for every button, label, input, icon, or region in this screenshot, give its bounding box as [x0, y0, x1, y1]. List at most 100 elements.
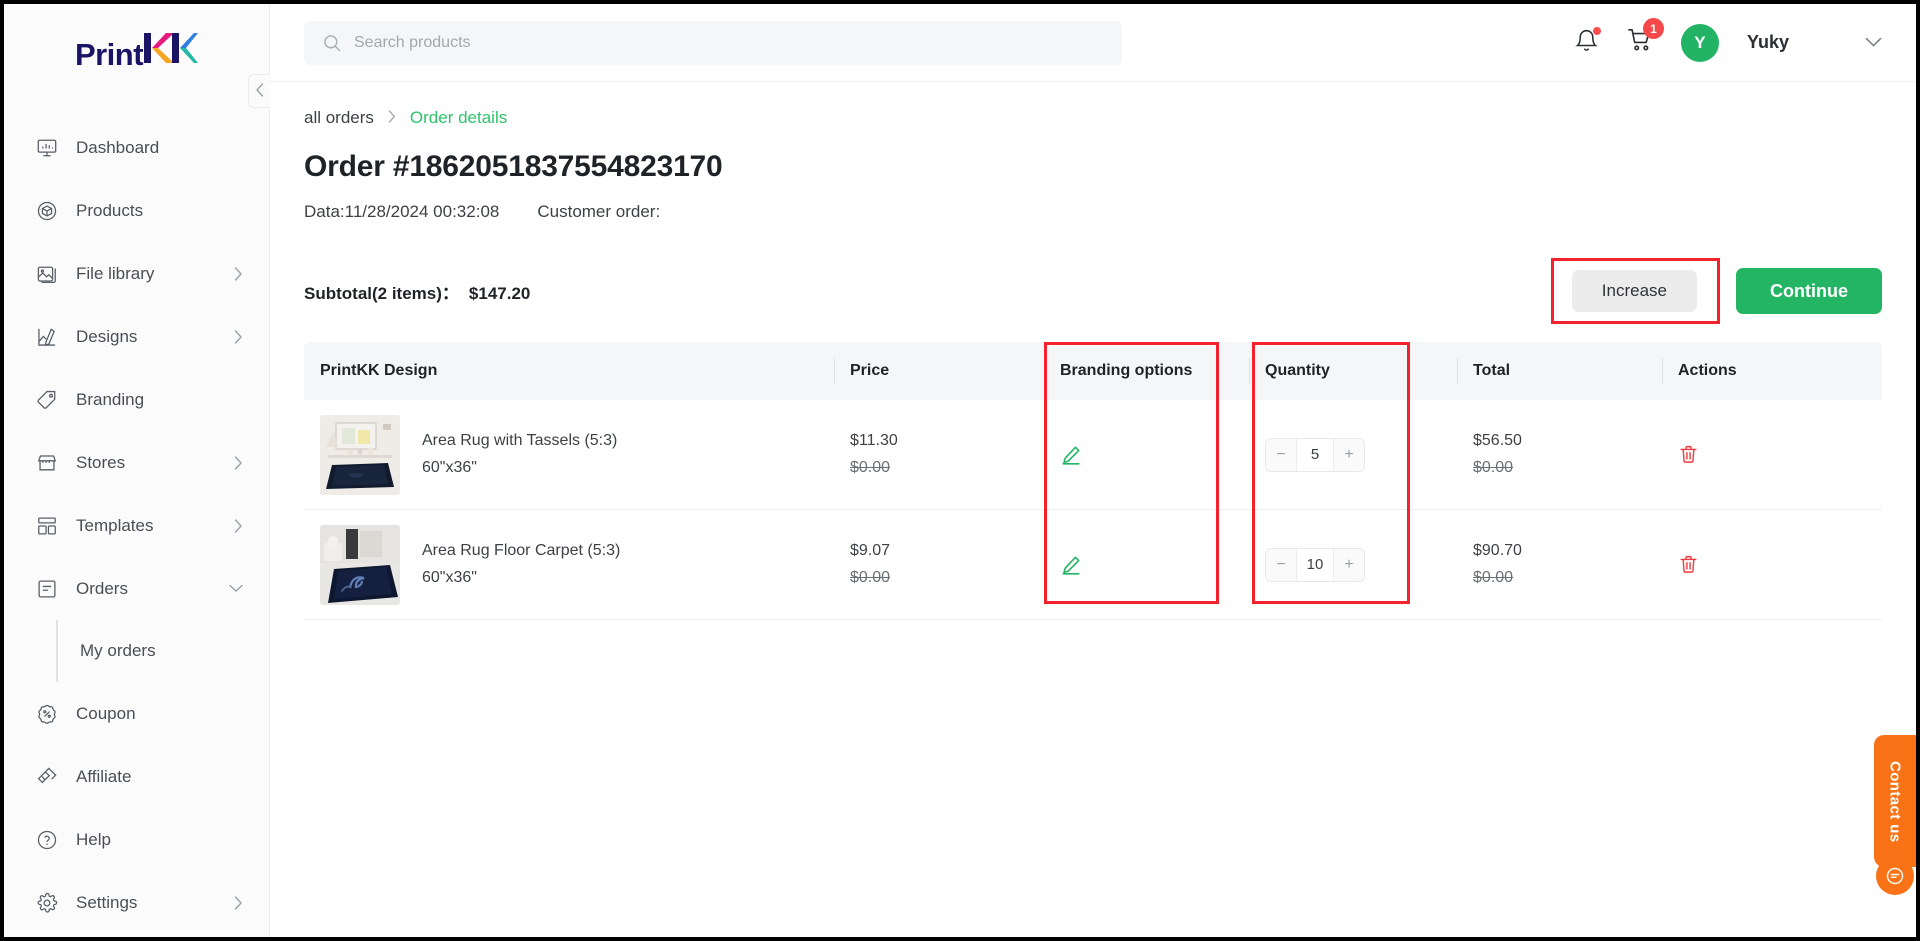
- brand-logo[interactable]: Print: [4, 4, 269, 100]
- column-header-quantity: Quantity: [1249, 342, 1457, 400]
- cell-actions: [1662, 554, 1882, 575]
- cell-price: $9.07 $0.00: [834, 542, 1044, 587]
- cell-price: $11.30 $0.00: [834, 432, 1044, 477]
- table-row: Area Rug Floor Carpet (5:3) 60"x36" $9.0…: [304, 510, 1882, 620]
- quantity-increment-button[interactable]: +: [1334, 438, 1364, 471]
- sidebar-collapse-button[interactable]: [248, 74, 270, 108]
- product-thumbnail[interactable]: [320, 414, 400, 495]
- quantity-decrement-button[interactable]: −: [1266, 548, 1296, 581]
- notification-dot-badge: [1592, 26, 1601, 35]
- breadcrumb-order-details[interactable]: Order details: [410, 108, 507, 128]
- sidebar-item-dashboard[interactable]: Dashboard: [4, 116, 269, 179]
- order-meta: Data:11/28/2024 00:32:08 Customer order:: [304, 202, 1882, 222]
- total-value: $56.50: [1473, 432, 1522, 449]
- design-pen-icon: [34, 324, 60, 350]
- total-value: $90.70: [1473, 542, 1522, 559]
- product-size: 60"x36": [422, 459, 477, 476]
- content-area: all orders Order details Order #18620518…: [270, 82, 1916, 937]
- product-info: Area Rug with Tassels (5:3) 60"x36": [320, 414, 617, 495]
- cell-total: $56.50 $0.00: [1457, 432, 1662, 477]
- edit-pencil-icon[interactable]: [1060, 444, 1082, 466]
- sidebar: Print Dashboard Products File library De…: [4, 4, 270, 937]
- edit-pencil-icon[interactable]: [1060, 554, 1082, 576]
- trash-icon[interactable]: [1678, 444, 1699, 465]
- breadcrumb-separator-icon: [388, 110, 396, 126]
- sidebar-item-templates[interactable]: Templates: [4, 494, 269, 557]
- quantity-decrement-button[interactable]: −: [1266, 438, 1296, 471]
- sidebar-item-label: Designs: [76, 326, 138, 346]
- sidebar-item-my-orders[interactable]: My orders: [56, 620, 269, 682]
- sidebar-item-products[interactable]: Products: [4, 179, 269, 242]
- continue-button[interactable]: Continue: [1736, 268, 1882, 314]
- search-input[interactable]: [354, 33, 1104, 52]
- price-value: $11.30: [850, 432, 898, 449]
- quantity-stepper[interactable]: − 10 +: [1265, 547, 1365, 582]
- sidebar-item-settings[interactable]: Settings: [4, 871, 269, 934]
- sidebar-item-label: Orders: [76, 578, 128, 598]
- sidebar-item-file-library[interactable]: File library: [4, 242, 269, 305]
- quantity-increment-button[interactable]: +: [1334, 548, 1364, 581]
- table-header-row: PrintKK Design Price Branding options Qu…: [304, 342, 1882, 400]
- cell-actions: [1662, 444, 1882, 465]
- total-original: $0.00: [1473, 569, 1514, 586]
- product-info: Area Rug Floor Carpet (5:3) 60"x36": [320, 524, 620, 605]
- quantity-stepper[interactable]: − 5 +: [1265, 437, 1365, 472]
- percent-badge-icon: [34, 701, 60, 727]
- sidebar-subnav-orders: My orders: [4, 620, 269, 682]
- quantity-value[interactable]: 5: [1296, 438, 1334, 471]
- sidebar-item-affiliate[interactable]: Affiliate: [4, 745, 269, 808]
- search-icon: [322, 33, 342, 53]
- chevron-right-icon: [234, 329, 243, 344]
- trash-icon[interactable]: [1678, 554, 1699, 575]
- sidebar-item-label: Products: [76, 200, 144, 220]
- breadcrumb: all orders Order details: [304, 108, 1882, 128]
- box-cube-icon: [34, 198, 60, 224]
- storefront-icon: [34, 450, 60, 476]
- sidebar-item-label: Stores: [76, 452, 126, 472]
- tag-icon: [34, 387, 60, 413]
- contact-us-tab[interactable]: Contact us: [1874, 735, 1916, 867]
- user-name: Yuky: [1746, 32, 1789, 52]
- sidebar-item-help[interactable]: Help: [4, 808, 269, 871]
- column-header-total: Total: [1457, 342, 1662, 400]
- cell-branding: [1044, 444, 1249, 466]
- cell-branding: [1044, 554, 1249, 576]
- main-area: 1 Y Yuky all orders Order details Order …: [270, 4, 1916, 937]
- avatar[interactable]: Y: [1680, 23, 1719, 62]
- product-thumbnail[interactable]: [320, 524, 400, 605]
- order-list-icon: [34, 576, 60, 602]
- search-bar[interactable]: [304, 20, 1122, 65]
- sidebar-item-coupon[interactable]: Coupon: [4, 682, 269, 745]
- sidebar-item-orders[interactable]: Orders: [4, 557, 269, 620]
- page-title: Order #1862051837554823170: [304, 150, 723, 183]
- chevron-right-icon: [234, 266, 243, 281]
- breadcrumb-all-orders[interactable]: all orders: [304, 108, 374, 128]
- order-action-buttons: Increase Continue: [1550, 258, 1882, 324]
- contact-us-widget[interactable]: Contact us: [1874, 735, 1916, 895]
- quantity-value[interactable]: 10: [1296, 548, 1334, 581]
- screenshot-viewport: Print Dashboard Products File library De…: [0, 0, 1920, 941]
- total-original: $0.00: [1473, 459, 1514, 476]
- increase-button[interactable]: Increase: [1571, 270, 1697, 312]
- sidebar-item-branding[interactable]: Branding: [4, 368, 269, 431]
- sidebar-item-label: Templates: [76, 515, 154, 535]
- subtotal-amount: $147.20: [468, 283, 531, 303]
- chat-bubble-icon[interactable]: [1876, 857, 1914, 895]
- price-original: $0.00: [850, 569, 891, 586]
- subtotal: Subtotal(2 items)： $147.20: [304, 279, 530, 304]
- cart-button[interactable]: 1: [1627, 18, 1664, 58]
- order-items-table: PrintKK Design Price Branding options Qu…: [304, 342, 1882, 620]
- brand-logo-kk-icon: [144, 31, 199, 73]
- price-value: $9.07: [850, 542, 891, 559]
- notifications-button[interactable]: [1574, 26, 1601, 58]
- cart-count-badge: 1: [1642, 18, 1664, 39]
- sidebar-item-stores[interactable]: Stores: [4, 431, 269, 494]
- topbar-actions: 1 Y Yuky: [1574, 18, 1882, 62]
- chevron-right-icon: [234, 518, 243, 533]
- affiliate-link-icon: [34, 764, 60, 790]
- sidebar-item-label: File library: [76, 263, 155, 283]
- image-folder-icon: [34, 261, 60, 287]
- sidebar-item-designs[interactable]: Designs: [4, 305, 269, 368]
- column-header-actions: Actions: [1662, 342, 1882, 400]
- user-menu-chevron-down-icon[interactable]: [1865, 37, 1882, 48]
